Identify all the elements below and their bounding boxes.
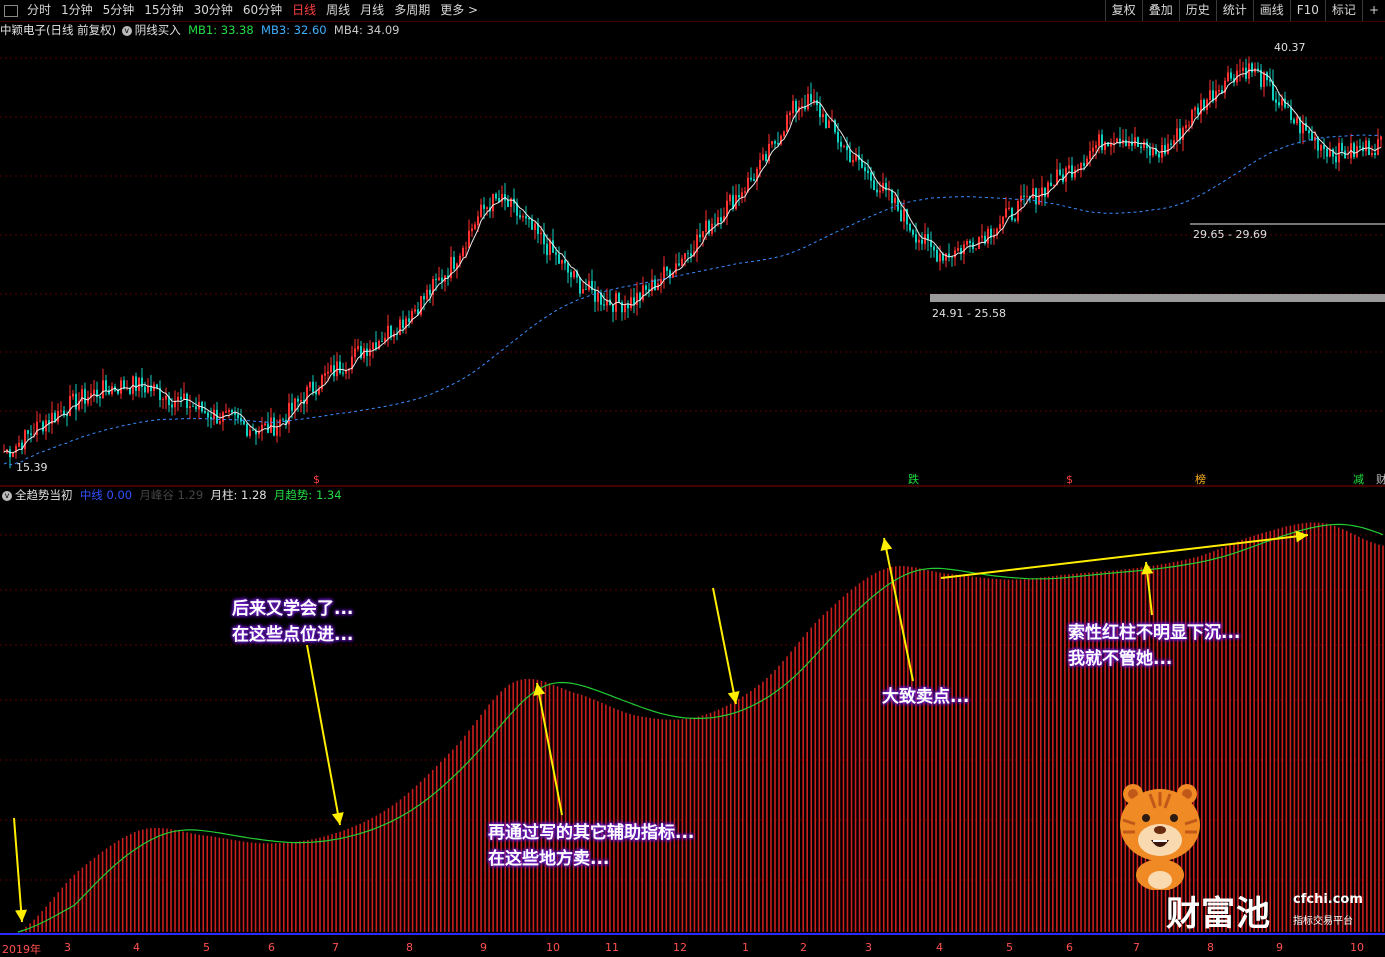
tiger-mascot-icon	[1120, 784, 1200, 890]
x-axis-label: 8	[1207, 941, 1214, 954]
x-axis-label: 3	[865, 941, 872, 954]
x-axis-label: 10	[546, 941, 560, 954]
x-axis-label: 4	[133, 941, 140, 954]
x-axis-label: 6	[268, 941, 275, 954]
annotation-arrow	[712, 587, 737, 705]
signal-marker: $	[1066, 473, 1073, 486]
arrow-head	[533, 683, 546, 696]
signal-marker: 财	[1376, 472, 1385, 486]
annotation-callout: 索性红柱不明显下沉... 我就不管她...	[1068, 620, 1240, 672]
price-low-label: 15.39	[16, 461, 48, 474]
annotation-text: 在这些地方卖...	[488, 849, 610, 869]
brand-site: cfchi.com	[1293, 892, 1363, 907]
x-axis-label: 7	[1133, 941, 1140, 954]
x-axis-label: 8	[406, 941, 413, 954]
annotation-arrow	[306, 644, 341, 826]
arrow-head	[880, 538, 893, 551]
signal-marker: 减	[1353, 473, 1364, 486]
x-axis-label: 2019年	[2, 943, 41, 956]
x-axis-label: 9	[1276, 941, 1283, 954]
x-axis-label: 3	[64, 941, 71, 954]
annotation-text: 索性红柱不明显下沉...	[1068, 623, 1241, 643]
x-axis-label: 4	[936, 941, 943, 954]
x-axis-label: 7	[332, 941, 339, 954]
annotation-callout: 后来又学会了... 在这些点位进...	[232, 596, 353, 648]
x-axis-label: 6	[1066, 941, 1073, 954]
signal-marker: $	[313, 473, 320, 486]
signal-marker: 榜	[1195, 472, 1206, 486]
signal-marker: 跌	[908, 472, 919, 486]
brand-name: 财富池	[1166, 894, 1271, 934]
annotation-text: 我就不管她...	[1068, 649, 1173, 669]
ma-line	[3, 69, 1382, 454]
x-axis-label: 5	[1006, 941, 1013, 954]
annotation-callout: 再通过写的其它辅助指标... 在这些地方卖...	[488, 820, 694, 872]
watermark: 财富池 cfchi.com 指标交易平台	[1110, 780, 1380, 940]
brand-slogan: 指标交易平台	[1293, 916, 1353, 927]
arrow-head	[331, 812, 344, 825]
annotation-text: 在这些点位进...	[232, 625, 354, 645]
support-bar	[930, 294, 1385, 302]
range-label: 24.91 - 25.58	[932, 307, 1006, 320]
arrow-head	[1141, 562, 1154, 575]
range-label: 29.65 - 29.69	[1193, 228, 1267, 241]
arrow-head	[15, 909, 28, 922]
arrow-head	[727, 691, 740, 704]
annotation-callout: 大致卖点...	[882, 684, 969, 710]
x-axis-label: 10	[1350, 941, 1364, 954]
annotation-text: 后来又学会了...	[232, 599, 354, 619]
x-axis-label: 11	[605, 941, 619, 954]
annotation-text: 大致卖点...	[882, 687, 970, 707]
x-axis-label: 2	[800, 941, 807, 954]
x-axis-label: 12	[673, 941, 687, 954]
x-axis-label: 5	[203, 941, 210, 954]
x-axis-label: 1	[742, 941, 749, 954]
annotation-arrow	[13, 817, 23, 923]
annotation-text: 再通过写的其它辅助指标...	[488, 823, 695, 843]
price-high-label: 40.37	[1274, 41, 1306, 54]
x-axis-label: 9	[480, 941, 487, 954]
